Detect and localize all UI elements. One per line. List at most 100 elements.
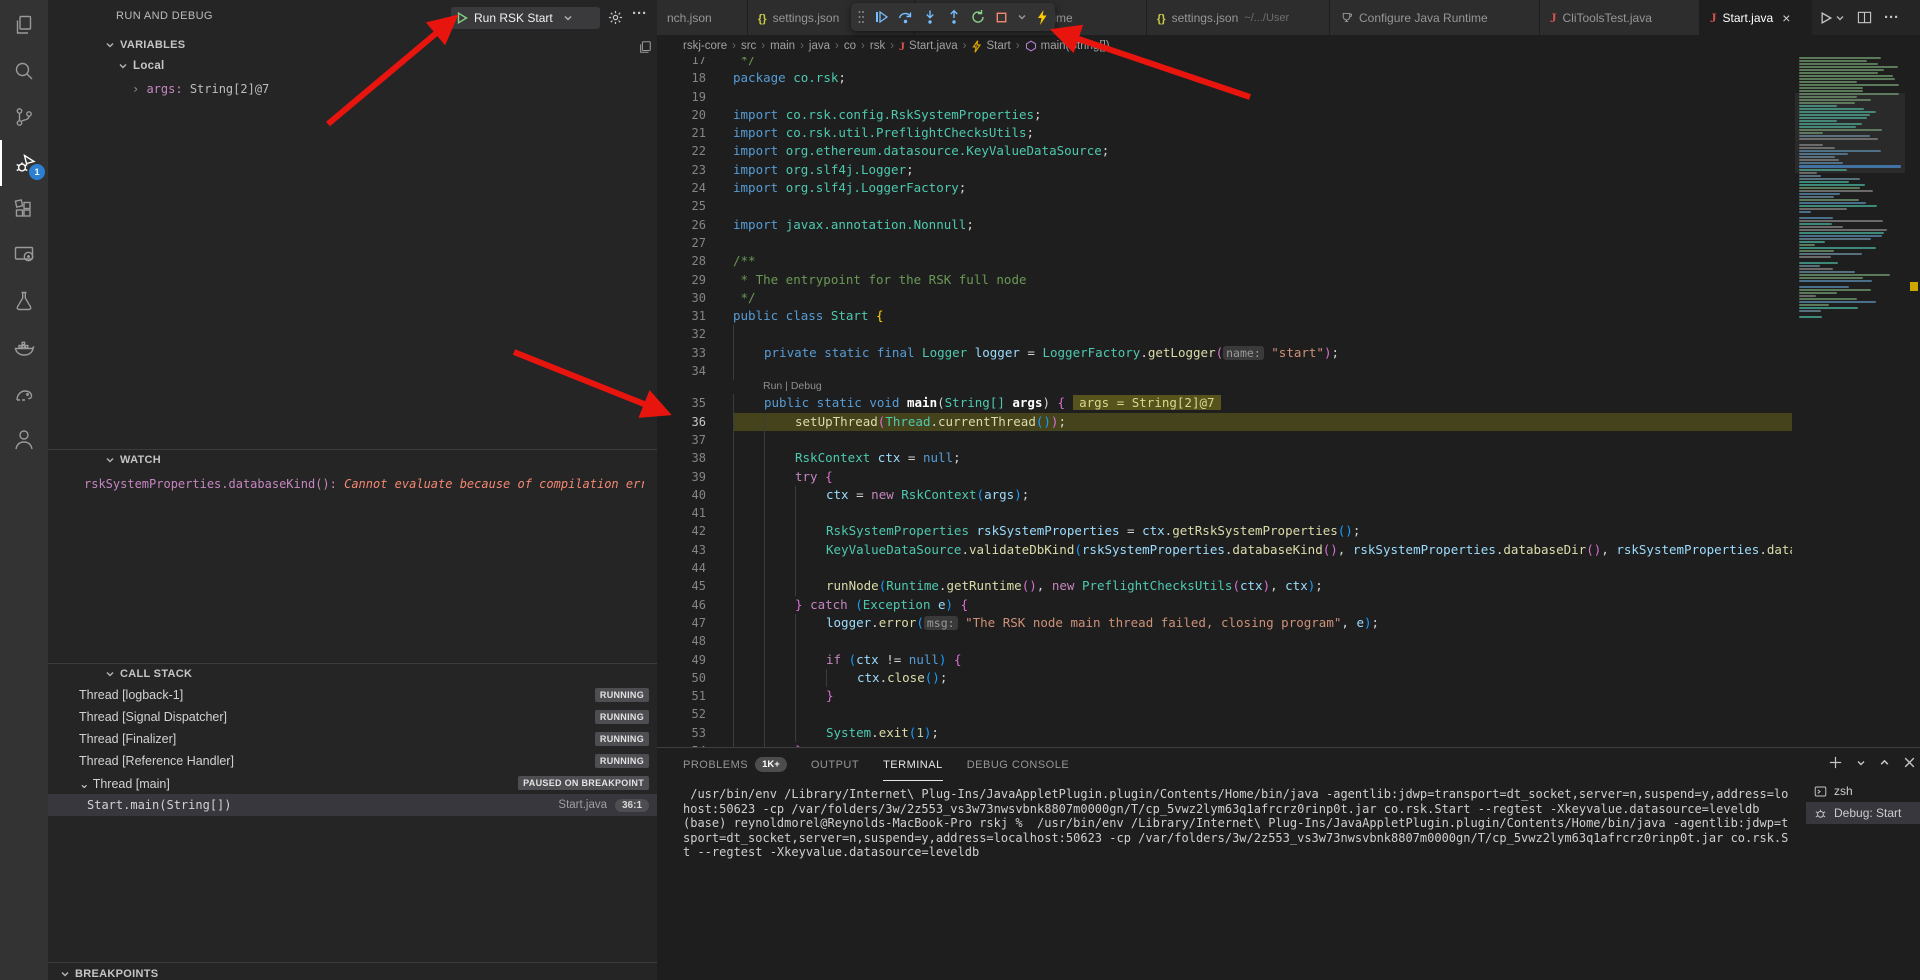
call-stack-section-header[interactable]: CALL STACK <box>105 668 192 680</box>
code-line-31[interactable]: 31public class Start { <box>657 307 1792 325</box>
code-editor[interactable]: 17 */18package co.rsk;1920import co.rsk.… <box>657 57 1792 747</box>
new-terminal-icon[interactable] <box>1828 755 1843 770</box>
code-line-29[interactable]: 29 * The entrypoint for the RSK full nod… <box>657 271 1792 289</box>
code-line-27[interactable]: 27 <box>657 234 1792 252</box>
activity-bar-item-remote-explorer[interactable] <box>0 232 48 278</box>
code-line-39[interactable]: 39try { <box>657 468 1792 486</box>
breadcrumb-item-main[interactable]: main <box>770 40 795 52</box>
tab-nch-json[interactable]: nch.json <box>657 0 748 35</box>
code-line-21[interactable]: 21import co.rsk.util.PreflightChecksUtil… <box>657 124 1792 142</box>
activity-bar-item-source-control[interactable] <box>0 94 48 140</box>
code-line-44[interactable]: 44 <box>657 559 1792 577</box>
watch-section-header[interactable]: WATCH <box>105 454 161 466</box>
breadcrumb-item-main-string-[interactable]: main(String[]) <box>1025 40 1110 52</box>
code-line-40[interactable]: 40ctx = new RskContext(args); <box>657 486 1792 504</box>
activity-bar-item-gradle[interactable] <box>0 370 48 416</box>
codelens-run-debug[interactable]: Run | Debug <box>657 380 1792 394</box>
run-configuration-dropdown[interactable]: Run RSK Start <box>451 7 600 29</box>
code-line-49[interactable]: 49if (ctx != null) { <box>657 651 1792 669</box>
code-line-23[interactable]: 23import org.slf4j.Logger; <box>657 161 1792 179</box>
call-stack-thread-row[interactable]: ⌄ Thread [main]PAUSED ON BREAKPOINT <box>48 772 657 794</box>
code-line-18[interactable]: 18package co.rsk; <box>657 69 1792 87</box>
minimap[interactable] <box>1795 57 1905 747</box>
code-line-19[interactable]: 19 <box>657 88 1792 106</box>
code-line-53[interactable]: 53System.exit(1); <box>657 724 1792 742</box>
breadcrumb-item-rskj-core[interactable]: rskj-core <box>683 40 727 52</box>
call-stack-frame-row[interactable]: Start.main(String[])Start.java36:1 <box>48 794 657 816</box>
debug-settings-gear-icon[interactable] <box>608 10 623 25</box>
step-out-icon[interactable] <box>946 9 962 25</box>
breadcrumb-item-java[interactable]: java <box>809 40 830 52</box>
continue-icon[interactable] <box>873 9 889 25</box>
restart-icon[interactable] <box>970 9 986 25</box>
code-line-30[interactable]: 30 */ <box>657 289 1792 307</box>
call-stack-thread-row[interactable]: Thread [Signal Dispatcher]RUNNING <box>48 706 657 728</box>
variable-args[interactable]: › args: String[2]@7 <box>132 82 269 96</box>
panel-tab-problems[interactable]: PROBLEMS1K+ <box>683 748 787 781</box>
code-line-41[interactable]: 41 <box>657 504 1792 522</box>
split-editor-icon[interactable] <box>1857 10 1872 25</box>
call-stack-thread-row[interactable]: Thread [Finalizer]RUNNING <box>48 728 657 750</box>
grip-icon[interactable] <box>857 9 865 25</box>
tab-start-java[interactable]: JStart.java× <box>1700 0 1815 35</box>
step-into-icon[interactable] <box>922 9 938 25</box>
activity-bar-item-extensions[interactable] <box>0 186 48 232</box>
code-line-36[interactable]: 36setUpThread(Thread.currentThread()); <box>657 413 1792 431</box>
step-over-icon[interactable] <box>897 9 914 25</box>
terminal-item-zsh[interactable]: zsh <box>1806 780 1920 802</box>
code-line-47[interactable]: 47logger.error(msg: "The RSK node main t… <box>657 614 1792 632</box>
breadcrumb-item-start[interactable]: Start <box>971 40 1010 53</box>
code-line-45[interactable]: 45runNode(Runtime.getRuntime(), new Pref… <box>657 577 1792 595</box>
open-editors-icon[interactable] <box>638 40 652 54</box>
code-line-48[interactable]: 48 <box>657 632 1792 650</box>
activity-bar-item-search[interactable] <box>0 48 48 94</box>
sidebar-more-actions-icon[interactable]: ··· <box>632 5 647 22</box>
panel-tab-output[interactable]: OUTPUT <box>811 748 859 781</box>
variables-section-header[interactable]: VARIABLES <box>105 39 185 51</box>
code-line-24[interactable]: 24import org.slf4j.LoggerFactory; <box>657 179 1792 197</box>
code-line-20[interactable]: 20import co.rsk.config.RskSystemProperti… <box>657 106 1792 124</box>
code-line-26[interactable]: 26import javax.annotation.Nonnull; <box>657 216 1792 234</box>
activity-bar-item-account[interactable] <box>0 416 48 462</box>
code-line-22[interactable]: 22import org.ethereum.datasource.KeyValu… <box>657 142 1792 160</box>
activity-bar-item-run-debug[interactable]: 1 <box>0 140 50 186</box>
chevron-down-icon[interactable] <box>563 13 573 23</box>
terminal-chevron-icon[interactable] <box>1856 758 1866 768</box>
hot-swap-icon[interactable] <box>1035 9 1049 26</box>
breadcrumb-item-src[interactable]: src <box>741 40 756 52</box>
call-stack-thread-row[interactable]: Thread [Reference Handler]RUNNING <box>48 750 657 772</box>
code-line-28[interactable]: 28/** <box>657 252 1792 270</box>
variables-scope-local[interactable]: Local <box>118 60 165 72</box>
code-line-37[interactable]: 37 <box>657 431 1792 449</box>
close-icon[interactable]: × <box>1782 10 1790 26</box>
stop-icon[interactable] <box>994 10 1009 25</box>
code-line-51[interactable]: 51} <box>657 687 1792 705</box>
code-line-17[interactable]: 17 */ <box>657 57 1792 69</box>
activity-bar-item-explorer[interactable] <box>0 2 48 48</box>
run-java-button[interactable] <box>1820 11 1845 25</box>
terminal-output[interactable]: /usr/bin/env /Library/Internet\ Plug-Ins… <box>683 787 1788 860</box>
code-line-25[interactable]: 25 <box>657 197 1792 215</box>
panel-tab-debug-console[interactable]: DEBUG CONSOLE <box>967 748 1069 781</box>
code-line-43[interactable]: 43KeyValueDataSource.validateDbKind(rskS… <box>657 541 1792 559</box>
editor-scrollbar[interactable] <box>1905 57 1920 747</box>
code-line-33[interactable]: 33private static final Logger logger = L… <box>657 344 1792 362</box>
activity-bar-item-test[interactable] <box>0 278 48 324</box>
tab-clitoolstest-java[interactable]: JCliToolsTest.java <box>1540 0 1700 35</box>
code-line-50[interactable]: 50ctx.close(); <box>657 669 1792 687</box>
chevron-down-icon[interactable] <box>1835 13 1845 23</box>
code-line-35[interactable]: 35public static void main(String[] args)… <box>657 394 1792 412</box>
call-stack-thread-row[interactable]: Thread [logback-1]RUNNING <box>48 684 657 706</box>
maximize-panel-icon[interactable] <box>1879 757 1890 768</box>
breakpoints-section-header[interactable]: BREAKPOINTS <box>60 968 158 980</box>
watch-expression[interactable]: rskSystemProperties.databaseKind(): Cann… <box>84 477 644 491</box>
panel-tab-terminal[interactable]: TERMINAL <box>883 748 943 781</box>
tab-configure-java-runtime[interactable]: Configure Java Runtime <box>1330 0 1540 35</box>
editor-more-actions-icon[interactable]: ··· <box>1884 9 1899 26</box>
breadcrumb-item-rsk[interactable]: rsk <box>870 40 885 52</box>
close-panel-icon[interactable] <box>1903 756 1916 769</box>
breadcrumb-item-start-java[interactable]: JStart.java <box>899 39 958 54</box>
tab-settings-json[interactable]: {}settings.json~/.../User <box>1147 0 1330 35</box>
code-line-32[interactable]: 32 <box>657 325 1792 343</box>
terminal-item-debug-start[interactable]: Debug: Start <box>1806 802 1920 824</box>
